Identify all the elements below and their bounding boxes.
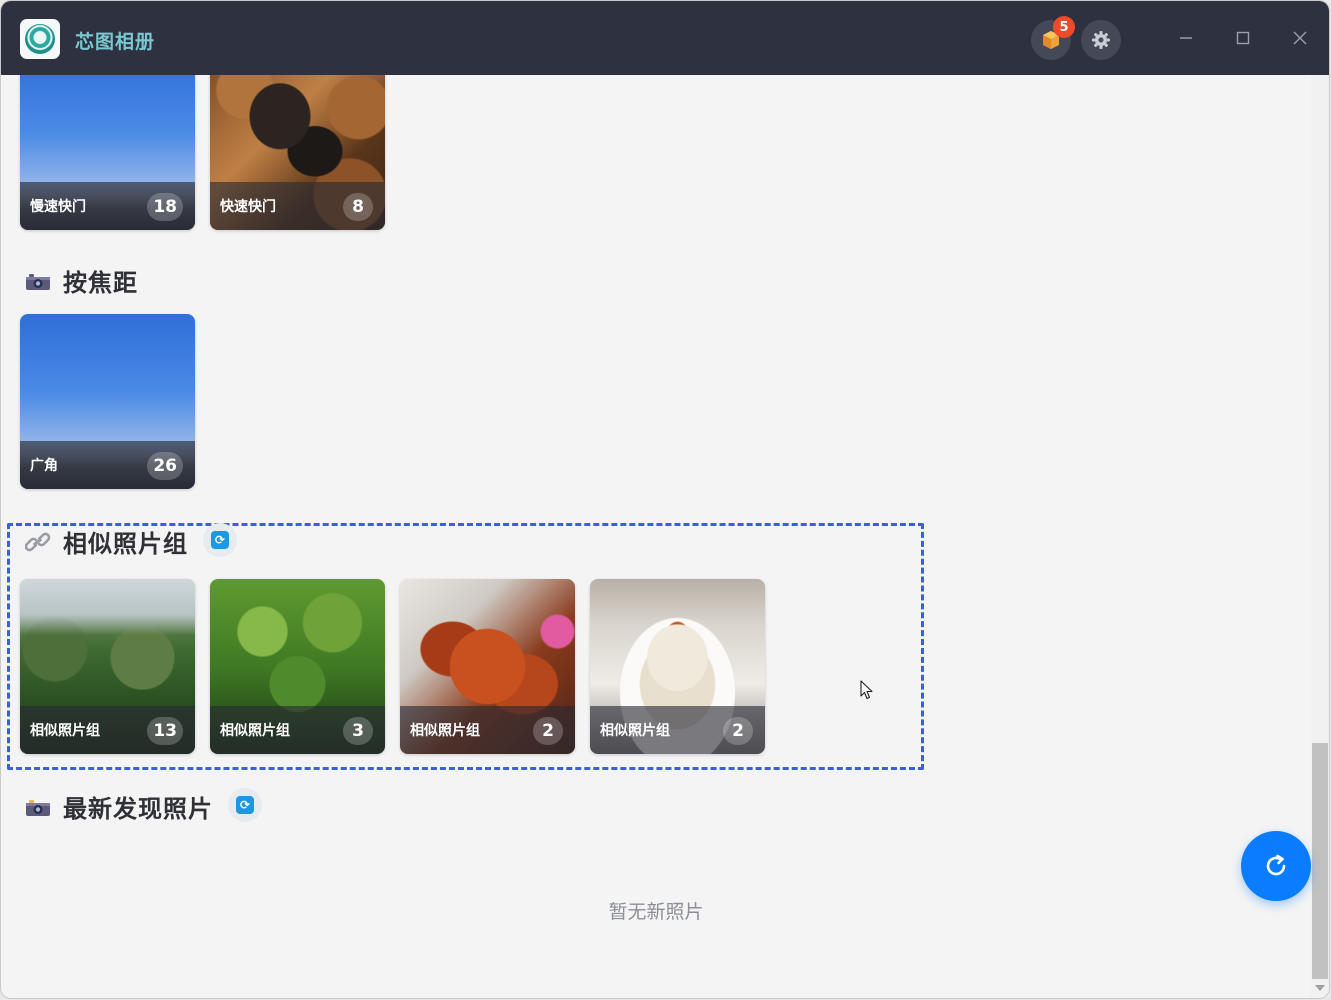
- refresh-fab-button[interactable]: [1241, 831, 1311, 901]
- album-label: 相似照片组: [30, 723, 100, 739]
- maximize-button[interactable]: [1228, 23, 1258, 53]
- app-logo-icon: [20, 19, 60, 59]
- album-card[interactable]: 相似照片组 2: [400, 579, 575, 754]
- refresh-recent-button[interactable]: ⟳: [228, 788, 262, 822]
- close-icon: [1293, 31, 1307, 45]
- link-icon: [25, 532, 51, 551]
- camera-icon: [26, 273, 50, 290]
- settings-button[interactable]: [1081, 20, 1121, 60]
- refresh-icon: [1266, 854, 1286, 876]
- album-count: 2: [533, 717, 563, 745]
- minimize-button[interactable]: [1171, 23, 1201, 53]
- album-card[interactable]: 广角 26: [20, 314, 195, 489]
- notification-badge: 5: [1053, 16, 1075, 38]
- refresh-icon: ⟳: [211, 531, 229, 549]
- close-button[interactable]: [1285, 23, 1315, 53]
- scrollbar-thumb[interactable]: [1312, 743, 1328, 979]
- album-count: 3: [343, 717, 373, 745]
- album-card[interactable]: 相似照片组 13: [20, 579, 195, 754]
- maximize-icon: [1236, 31, 1250, 45]
- refresh-similar-button[interactable]: ⟳: [203, 523, 237, 557]
- title-bar[interactable]: 芯图相册 5: [1, 1, 1329, 75]
- album-label: 快速快门: [220, 199, 276, 215]
- album-count: 8: [343, 193, 373, 221]
- album-label: 广角: [30, 458, 58, 474]
- album-count: 18: [147, 193, 183, 221]
- empty-state-text: 暂无新照片: [608, 901, 704, 923]
- album-label: 慢速快门: [30, 199, 86, 215]
- camera-icon: [26, 799, 50, 816]
- section-header-similar: 相似照片组: [25, 524, 188, 559]
- album-card[interactable]: 慢速快门 18: [20, 75, 195, 230]
- album-count: 26: [147, 452, 183, 480]
- refresh-icon: ⟳: [236, 796, 254, 814]
- album-card[interactable]: 相似照片组 2: [590, 579, 765, 754]
- section-title: 最新发现照片: [63, 795, 213, 823]
- app-window: 芯图相册 5 慢速快门 18 快速快门 8 按焦距 广角 26 相似照片组 ⟳ …: [1, 1, 1329, 998]
- section-header-recent: 最新发现照片: [25, 789, 213, 824]
- album-label: 相似照片组: [220, 723, 290, 739]
- album-card[interactable]: 快速快门 8: [210, 75, 385, 230]
- album-label: 相似照片组: [600, 723, 670, 739]
- album-label: 相似照片组: [410, 723, 480, 739]
- album-count: 13: [147, 717, 183, 745]
- scroll-down-icon[interactable]: [1315, 985, 1325, 991]
- app-title: 芯图相册: [75, 31, 156, 53]
- section-title: 相似照片组: [63, 530, 188, 558]
- mouse-cursor-icon: [860, 680, 873, 700]
- section-header-focal: 按焦距: [25, 263, 138, 298]
- section-title: 按焦距: [63, 269, 138, 297]
- main-content[interactable]: 慢速快门 18 快速快门 8 按焦距 广角 26 相似照片组 ⟳ 相似照片组 1…: [1, 75, 1311, 998]
- gear-icon: [1092, 31, 1110, 49]
- album-card[interactable]: 相似照片组 3: [210, 579, 385, 754]
- minimize-icon: [1180, 37, 1192, 39]
- album-count: 2: [723, 717, 753, 745]
